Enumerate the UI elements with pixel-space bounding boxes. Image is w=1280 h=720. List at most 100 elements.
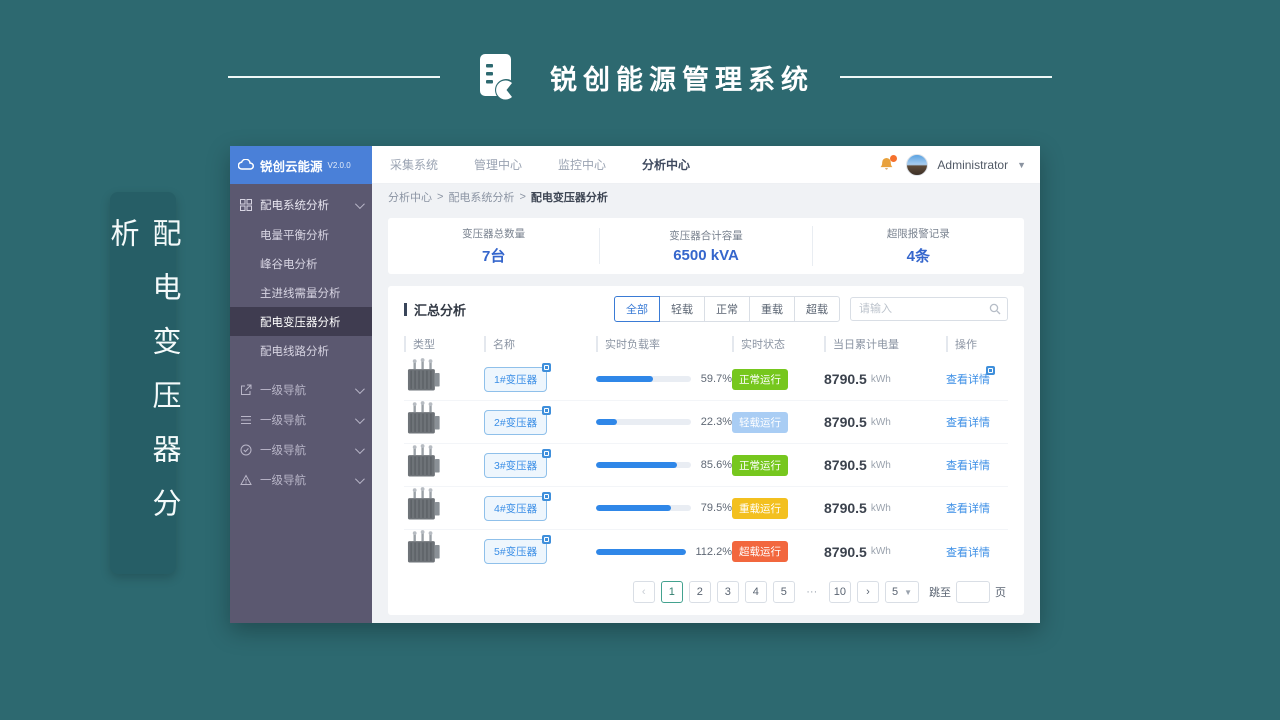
view-details-link[interactable]: 查看详情 — [946, 544, 990, 560]
search-icon[interactable] — [989, 302, 1001, 320]
sidebar-item-line-analysis[interactable]: 配电线路分析 — [230, 336, 372, 365]
status-badge: 正常运行 — [732, 368, 788, 390]
view-details-link[interactable]: 查看详情 — [946, 366, 995, 387]
page-button[interactable]: 1 — [660, 581, 683, 603]
sidebar-group-nav-1[interactable]: 一级导航 — [230, 375, 372, 405]
next-page-button[interactable]: › — [857, 581, 879, 603]
sidebar-item-main-line-demand[interactable]: 主进线需量分析 — [230, 278, 372, 307]
notification-dot — [890, 154, 898, 162]
sidebar-item-power-balance[interactable]: 电量平衡分析 — [230, 220, 372, 249]
transformer-name-button[interactable]: 1#变压器 — [484, 362, 552, 392]
transformer-name-button[interactable]: 4#变压器 — [484, 491, 552, 521]
stat-alarm-records: 超限报警记录 4条 — [811, 226, 1024, 266]
load-progress-bar — [596, 548, 686, 555]
sidebar-menu: 配电系统分析 电量平衡分析 峰谷电分析 主进线需量分析 配电变压器分析 配电线路… — [230, 184, 372, 623]
edit-badge-icon — [542, 491, 552, 501]
app-logo: 锐创云能源 V2.0.0 — [230, 146, 372, 184]
sidebar-item-peak-valley[interactable]: 峰谷电分析 — [230, 249, 372, 278]
load-progress-bar — [596, 462, 691, 468]
status-badge: 重载运行 — [732, 497, 788, 519]
list-icon — [240, 414, 253, 427]
energy-value: 8790.5 — [824, 457, 867, 473]
panel-title: 汇总分析 — [404, 300, 466, 319]
jump-label: 跳至 — [929, 587, 951, 599]
filter-heavy-load[interactable]: 重载 — [749, 296, 795, 322]
transformer-name-button[interactable]: 3#变压器 — [484, 448, 552, 478]
load-progress-bar — [596, 505, 691, 511]
tab-collection-system[interactable]: 采集系统 — [390, 156, 438, 173]
page-jump-input[interactable] — [956, 581, 990, 603]
page-button[interactable]: 10 — [828, 581, 851, 603]
status-badge: 轻载运行 — [732, 411, 788, 433]
load-value: 22.3% — [700, 416, 732, 428]
breadcrumb-current: 配电变压器分析 — [530, 192, 608, 204]
energy-value: 8790.5 — [824, 414, 867, 430]
transformer-name-button[interactable]: 5#变压器 — [484, 535, 552, 564]
main-content: 采集系统 管理中心 监控中心 分析中心 Administrator ▼ 分析中心… — [372, 146, 1040, 623]
warning-icon — [240, 474, 253, 487]
prev-page-button[interactable]: ‹ — [632, 581, 655, 603]
page-button[interactable]: 3 — [716, 581, 739, 603]
stats-cards: 变压器总数量 7台 变压器合计容量 6500 kVA 超限报警记录 4条 — [388, 218, 1024, 274]
sidebar-group-nav-2[interactable]: 一级导航 — [230, 405, 372, 435]
energy-value: 8790.5 — [824, 500, 867, 516]
document-logo-icon — [466, 48, 524, 106]
page-button[interactable]: 5 — [772, 581, 795, 603]
tab-analysis-center[interactable]: 分析中心 — [642, 156, 690, 173]
ellipsis-pages[interactable]: ··· — [800, 581, 823, 603]
user-area: Administrator ▼ — [879, 153, 1026, 176]
energy-unit: kWh — [870, 459, 891, 471]
check-circle-icon — [240, 444, 253, 457]
filter-all[interactable]: 全部 — [614, 296, 660, 322]
sidebar-item-transformer-analysis[interactable]: 配电变压器分析 — [230, 307, 372, 336]
sidebar-group-nav-4[interactable]: 一级导航 — [230, 465, 372, 495]
transformer-name-button[interactable]: 2#变压器 — [484, 405, 552, 435]
page-button[interactable]: 2 — [688, 581, 711, 603]
table-row: 1#变压器 59.7% 正常运行 8790.5 kWh 查看详情 — [404, 357, 1008, 401]
filter-overload[interactable]: 超载 — [794, 296, 840, 322]
app-name: 锐创云能源 — [260, 159, 323, 174]
stat-transformer-count: 变压器总数量 7台 — [462, 228, 526, 265]
breadcrumb-item[interactable]: 分析中心 — [388, 189, 432, 205]
tab-monitoring-center[interactable]: 监控中心 — [558, 156, 606, 173]
table-row: 5#变压器 112.2% 超载运行 8790.5 kWh 查看详情 — [404, 530, 1008, 573]
load-filter-group: 全部 轻载 正常 重载 超载 — [614, 296, 840, 322]
table-row: 3#变压器 85.6% 正常运行 8790.5 kWh 查看详情 — [404, 443, 1008, 487]
breadcrumb-separator: > — [519, 191, 526, 203]
view-details-link[interactable]: 查看详情 — [946, 500, 990, 516]
search-input[interactable] — [850, 297, 1008, 321]
filter-normal[interactable]: 正常 — [704, 296, 750, 322]
banner-line-right — [840, 76, 1052, 78]
bell-icon[interactable] — [879, 154, 898, 174]
table-row: 2#变压器 22.3% 轻载运行 8790.5 kWh 查看详情 — [404, 400, 1008, 444]
transformer-image — [404, 443, 442, 487]
app-window: 锐创云能源 V2.0.0 配电系统分析 电量平衡分析 峰谷电分析 主进线需量分析… — [230, 146, 1040, 623]
sidebar-group-label: 配电系统分析 — [260, 200, 329, 212]
share-icon — [240, 384, 253, 397]
summary-panel: 汇总分析 全部 轻载 正常 重载 超载 请输入 类型 名称 实时负载率 实时状态… — [388, 286, 1024, 615]
page-button[interactable]: 4 — [744, 581, 767, 603]
view-details-link[interactable]: 查看详情 — [946, 457, 990, 473]
load-value: 79.5% — [700, 502, 732, 514]
chevron-down-icon — [354, 473, 365, 484]
caret-down-icon[interactable]: ▼ — [1017, 160, 1026, 170]
banner-line-left — [228, 76, 440, 78]
edit-badge-icon — [542, 362, 552, 372]
page-size-select[interactable]: 5 ▼ — [885, 581, 919, 603]
view-details-link[interactable]: 查看详情 — [946, 414, 990, 430]
jump-unit: 页 — [995, 587, 1006, 599]
breadcrumb-item[interactable]: 配电系统分析 — [448, 189, 514, 205]
table-header-row: 类型 名称 实时负载率 实时状态 当日累计电量 操作 — [404, 330, 1008, 358]
load-progress-bar — [596, 419, 691, 425]
cloud-icon — [238, 159, 254, 170]
tab-management-center[interactable]: 管理中心 — [474, 156, 522, 173]
sidebar-group-distribution-analysis[interactable]: 配电系统分析 — [230, 190, 372, 220]
energy-unit: kWh — [870, 546, 891, 557]
sidebar-group-nav-3[interactable]: 一级导航 — [230, 435, 372, 465]
energy-unit: kWh — [870, 373, 891, 385]
filter-light-load[interactable]: 轻载 — [659, 296, 705, 322]
load-progress-bar — [596, 376, 691, 382]
avatar[interactable] — [906, 153, 929, 176]
chevron-down-icon — [354, 443, 365, 454]
energy-unit: kWh — [870, 416, 891, 428]
